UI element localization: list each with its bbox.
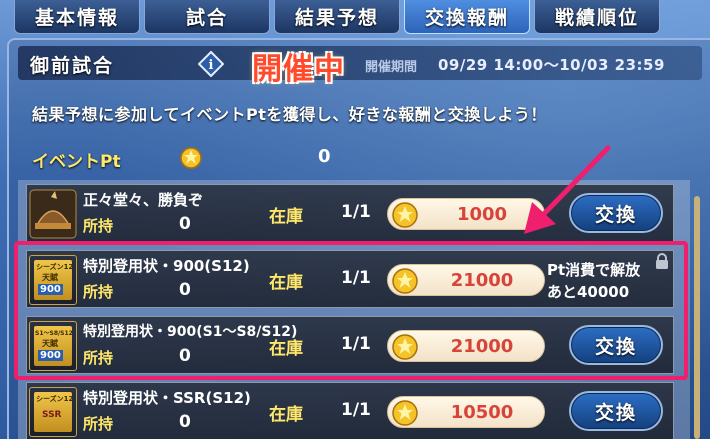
stock-count: 1/1 (341, 202, 371, 222)
event-status-badge: 開催中 (252, 52, 345, 87)
tab-bar: 基本情報 試合 結果予想 交換報酬 戦績順位 (14, 0, 660, 36)
coin-icon (392, 400, 418, 426)
price-pill: 10500 (387, 396, 545, 428)
exchange-button[interactable]: 交換 (569, 391, 663, 431)
arrow-annotation-icon (524, 145, 611, 234)
event-description: 結果予想に参加してイベントPtを獲得し、好きな報酬と交換しよう！ (32, 105, 547, 124)
ticket-icon: シーズン12 SSR (29, 387, 77, 437)
coin-icon (392, 202, 418, 228)
ticket-season-text: シーズン12 (36, 395, 74, 403)
reward-name: 特別登用状・SSR(S12) (83, 389, 251, 407)
price-value: 10500 (450, 402, 514, 423)
stock-label: 在庫 (269, 405, 303, 425)
svg-text:i: i (209, 58, 214, 73)
event-points-value: 0 (318, 146, 331, 167)
tab-basic-info[interactable]: 基本情報 (14, 0, 140, 34)
event-title: 御前試合 (30, 55, 115, 77)
highlight-frame (14, 241, 688, 380)
reward-row: シーズン12 SSR 特別登用状・SSR(S12) 所持 0 在庫 1/1 10… (26, 382, 674, 439)
period-value: 09/29 14:00〜10/03 23:59 (438, 56, 665, 74)
owned-count: 0 (179, 412, 191, 432)
coin-icon (180, 147, 202, 169)
tab-prediction[interactable]: 結果予想 (274, 0, 400, 34)
tab-ranking[interactable]: 戦績順位 (534, 0, 660, 34)
owned-label: 所持 (83, 415, 114, 433)
period-label: 開催期間 (365, 60, 418, 75)
tab-matches[interactable]: 試合 (144, 0, 270, 34)
info-icon[interactable]: i (198, 51, 224, 77)
stock-count: 1/1 (341, 400, 371, 420)
helmet-icon (29, 189, 77, 239)
ticket-rarity-text: SSR (42, 410, 62, 420)
owned-count: 0 (179, 214, 191, 234)
reward-name: 正々堂々、勝負ぞ (83, 191, 204, 209)
event-points-label: イベントPt (32, 152, 121, 172)
scrollbar[interactable] (694, 196, 700, 439)
tab-exchange[interactable]: 交換報酬 (404, 0, 530, 34)
owned-label: 所持 (83, 217, 114, 235)
stock-label: 在庫 (269, 207, 303, 227)
